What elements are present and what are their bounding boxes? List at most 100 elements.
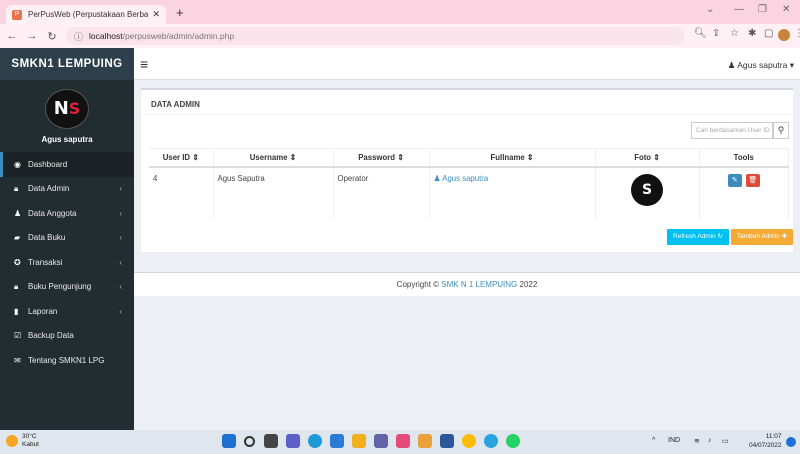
edit-button[interactable]: ✎: [727, 173, 742, 187]
sidebar-item-buku-pengunjung[interactable]: 🔒︎ Buku Pengunjung ‹: [0, 275, 134, 300]
word-icon[interactable]: [440, 434, 454, 448]
forward-icon[interactable]: →: [24, 30, 40, 42]
bookmark-star-icon[interactable]: ☆: [730, 28, 739, 39]
share-icon[interactable]: ⇪: [712, 28, 720, 39]
cell-password: Operator: [333, 166, 430, 219]
column-header-user-id[interactable]: User ID ⇕: [149, 148, 214, 168]
url-host: localhost: [89, 31, 123, 41]
school-link[interactable]: SMK N 1 LEMPUING: [441, 280, 517, 289]
sidebar-item-label: Data Buku: [28, 233, 66, 243]
file-explorer-icon[interactable]: [352, 434, 366, 448]
weather-widget[interactable]: 30°C Kabut: [6, 433, 39, 449]
envelope-icon: ✉: [14, 355, 21, 365]
site-info-icon[interactable]: ⓘ: [74, 30, 83, 43]
app-icon[interactable]: [396, 434, 410, 448]
sidebar-user-name: Agus saputra: [41, 134, 93, 144]
sidebar-item-laporan[interactable]: ▮ Laporan ‹: [0, 299, 134, 324]
admin-table: User ID ⇕ Username ⇕ Password ⇕ Fullname…: [149, 148, 789, 219]
table-header-row: User ID ⇕ Username ⇕ Password ⇕ Fullname…: [149, 148, 789, 168]
refresh-admin-button[interactable]: Refresh Admin ↻: [667, 229, 729, 245]
admin-photo: S: [631, 173, 663, 206]
close-tab-icon[interactable]: ✕: [152, 9, 160, 20]
date: 04/07/2022: [749, 442, 782, 449]
cell-tools: ✎ 🗑︎: [699, 166, 789, 219]
sidebar-item-backup-data[interactable]: ☑ Backup Data: [0, 324, 134, 349]
column-header-foto[interactable]: Foto ⇕: [595, 148, 700, 168]
extensions-icon[interactable]: ✱: [748, 28, 756, 39]
edge-icon[interactable]: [308, 434, 322, 448]
app-brand[interactable]: SMKN1 LEMPUING: [0, 48, 134, 80]
telegram-icon[interactable]: [484, 434, 498, 448]
delete-button[interactable]: 🗑︎: [745, 173, 760, 187]
chevron-up-icon[interactable]: ^: [652, 437, 655, 444]
side-panel-icon[interactable]: ▢: [764, 28, 773, 39]
zoom-icon[interactable]: 🔍︎: [694, 28, 707, 39]
windows-start-icon[interactable]: [222, 434, 236, 448]
app-icon[interactable]: [374, 434, 388, 448]
profile-avatar[interactable]: [778, 29, 790, 41]
sidebar-item-label: Backup Data: [28, 331, 74, 341]
column-header-password[interactable]: Password ⇕: [333, 148, 430, 168]
tab-search-icon[interactable]: ⌄: [706, 4, 714, 15]
volume-icon[interactable]: ♪: [708, 437, 712, 444]
search-input[interactable]: Cari berdasarkan User ID: [691, 122, 773, 139]
new-tab-icon[interactable]: +: [176, 5, 184, 20]
sidebar-item-data-anggota[interactable]: ♟ Data Anggota ‹: [0, 201, 134, 226]
back-icon[interactable]: ←: [4, 30, 20, 42]
sidebar-item-label: Buku Pengunjung: [28, 282, 92, 292]
tab-title: PerPusWeb (Perpustakaan Berba: [28, 10, 149, 19]
table-row: 4 Agus Saputra Operator ♟ Agus saputra S…: [149, 166, 789, 219]
transaction-icon: ✪: [14, 257, 21, 267]
column-header-fullname[interactable]: Fullname ⇕: [429, 148, 596, 168]
notification-icon[interactable]: [786, 437, 796, 447]
data-admin-box: DATA ADMIN Cari berdasarkan User ID ⚲ Us…: [141, 88, 793, 252]
sidebar-item-label: Data Anggota: [28, 208, 77, 218]
browser-menu-icon[interactable]: ⋮: [794, 28, 800, 39]
language-indicator[interactable]: IND: [668, 437, 680, 444]
sort-icon: ⇕: [397, 152, 404, 162]
column-header-username[interactable]: Username ⇕: [213, 148, 334, 168]
chevron-down-icon: ▾: [789, 60, 794, 70]
url-path: /perpusweb/admin/admin.php: [122, 31, 235, 41]
close-window-icon[interactable]: ✕: [782, 4, 790, 15]
refresh-icon: ↻: [717, 233, 723, 240]
sidebar-item-label: Transaksi: [28, 257, 63, 267]
browser-tab[interactable]: P PerPusWeb (Perpustakaan Berba ✕: [6, 5, 166, 24]
sidebar-item-data-buku[interactable]: ▰ Data Buku ‹: [0, 226, 134, 251]
favicon-icon: P: [12, 9, 22, 20]
mail-icon[interactable]: [330, 434, 344, 448]
wifi-icon[interactable]: ≋: [694, 437, 700, 445]
sidebar-item-tentang[interactable]: ✉ Tentang SMKN1 LPG: [0, 348, 134, 373]
chat-icon[interactable]: [286, 434, 300, 448]
user-menu[interactable]: ♟ Agus saputra ▾: [728, 60, 794, 71]
file-icon: ▮: [14, 306, 19, 316]
reload-icon[interactable]: ↻: [44, 30, 60, 43]
sidebar-item-data-admin[interactable]: 🔒︎ Data Admin ‹: [0, 177, 134, 202]
check-icon: ☑: [14, 331, 22, 341]
address-bar: ← → ↻ ⓘ localhost /perpusweb/admin/admin…: [0, 24, 800, 48]
fullname-link[interactable]: Agus saputra: [442, 174, 488, 183]
sidebar-item-transaksi[interactable]: ✪ Transaksi ‹: [0, 250, 134, 275]
copyright-text: Copyright ©: [396, 280, 440, 289]
sidebar-toggle-icon[interactable]: ≡: [140, 56, 148, 72]
clock[interactable]: 11:07 04/07/2022: [749, 432, 782, 450]
chrome-icon[interactable]: [462, 434, 476, 448]
url-input[interactable]: ⓘ localhost /perpusweb/admin/admin.php: [66, 27, 684, 45]
whatsapp-icon[interactable]: [506, 434, 520, 448]
battery-icon[interactable]: ▭: [722, 437, 729, 445]
sidebar-item-label: Data Admin: [28, 184, 70, 194]
maximize-icon[interactable]: ❐: [758, 4, 767, 15]
cell-username: Agus Saputra: [213, 166, 334, 219]
add-admin-button[interactable]: Tambah Admin ✚: [731, 229, 793, 245]
search-icon[interactable]: ⚲: [773, 122, 789, 139]
app-icon[interactable]: [418, 434, 432, 448]
chevron-left-icon: ‹: [119, 306, 122, 316]
minimize-icon[interactable]: —: [734, 4, 744, 15]
sort-icon: ⇕: [526, 152, 534, 162]
search-icon[interactable]: [244, 436, 255, 447]
footer: Copyright © SMK N 1 LEMPUING 2022: [134, 272, 800, 296]
sidebar: NS Agus saputra ◉ Dashboard 🔒︎ Data Admi…: [0, 80, 134, 430]
cell-user-id: 4: [149, 166, 214, 219]
task-view-icon[interactable]: [264, 434, 278, 448]
sidebar-item-dashboard[interactable]: ◉ Dashboard: [0, 152, 134, 177]
